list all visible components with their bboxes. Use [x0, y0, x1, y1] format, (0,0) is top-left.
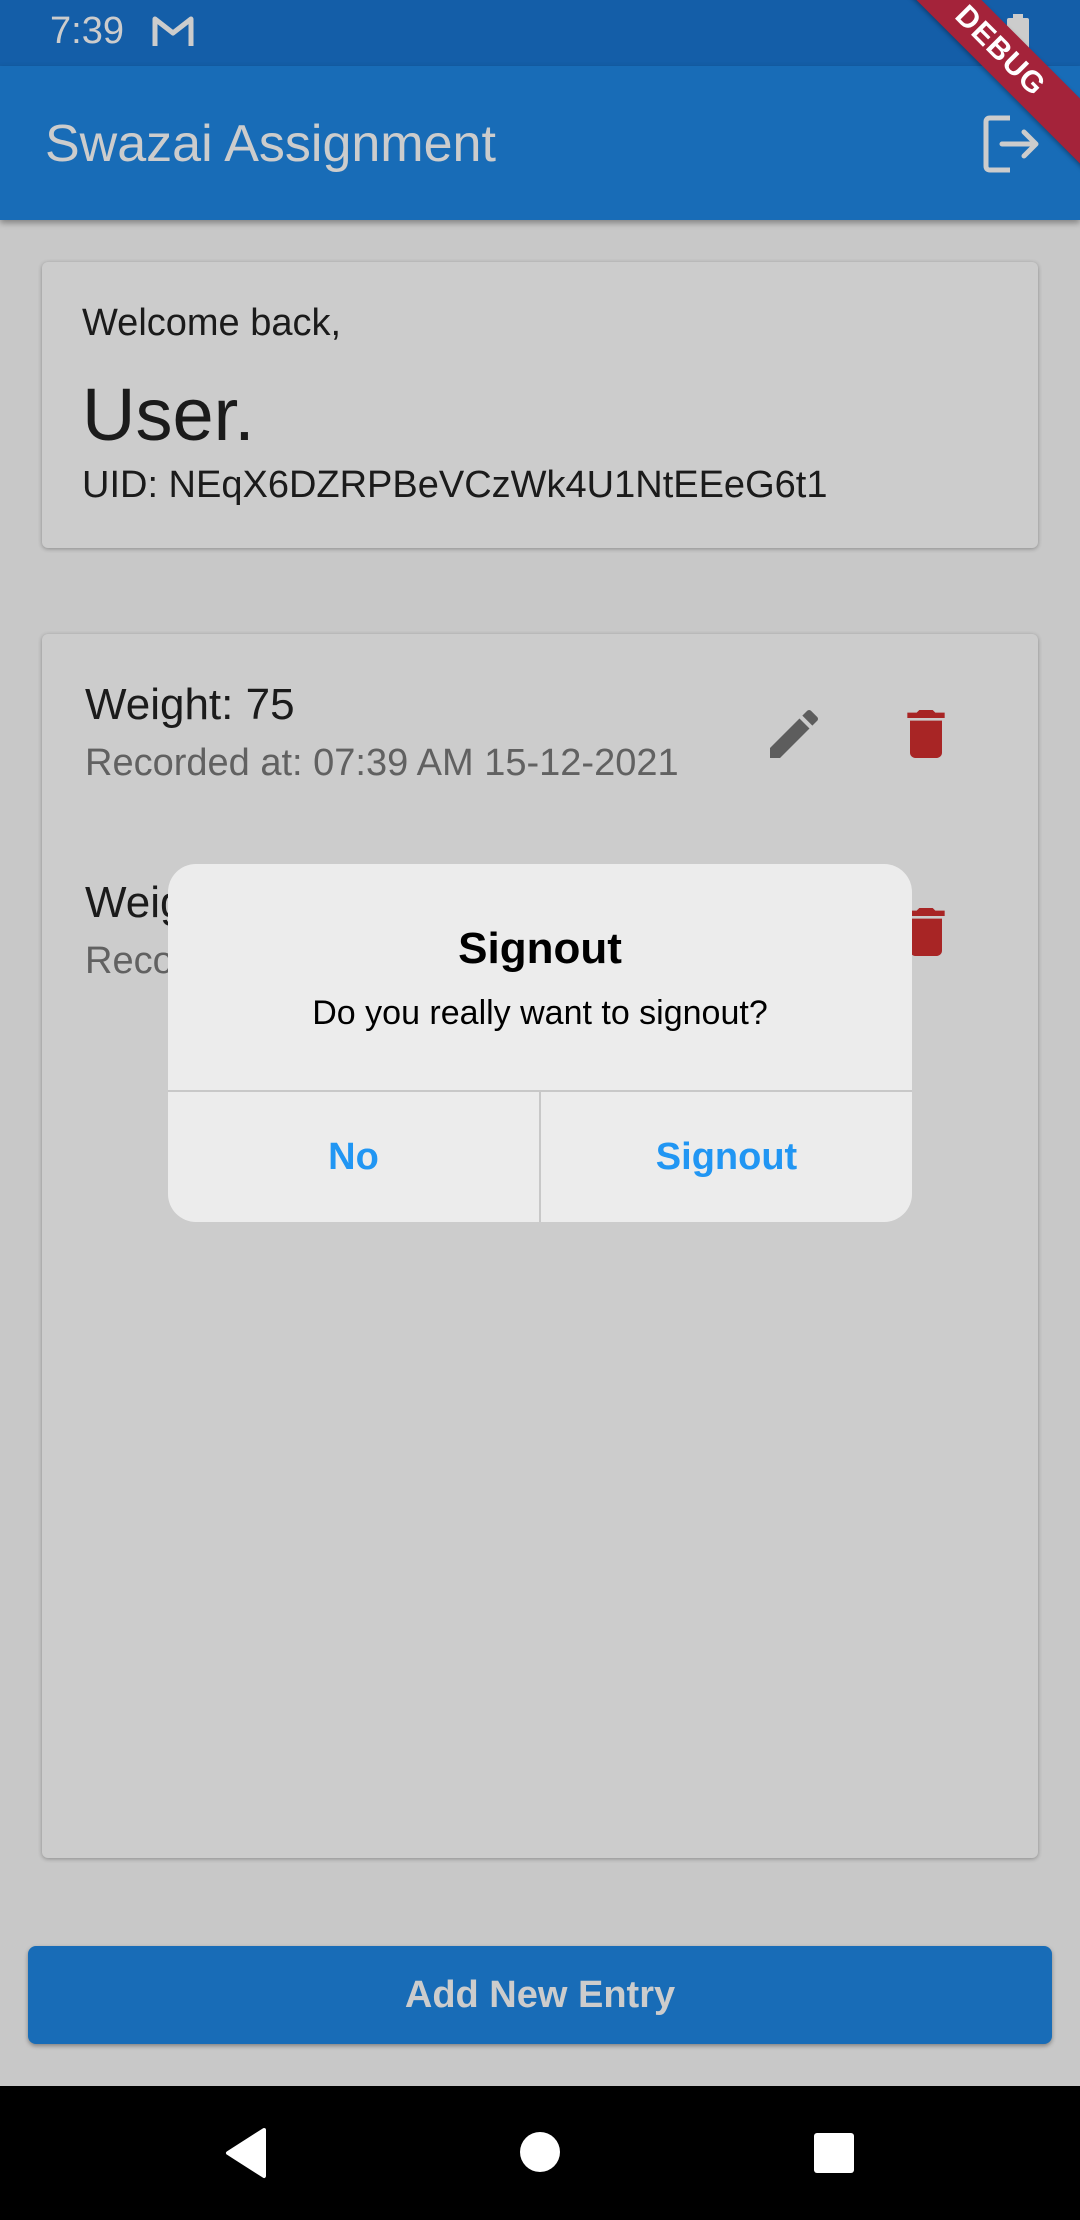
no-button[interactable]: No — [168, 1092, 539, 1222]
navigation-bar — [0, 2086, 1080, 2220]
recent-apps-icon[interactable] — [812, 2131, 856, 2175]
signout-button[interactable]: Signout — [541, 1092, 912, 1222]
dialog-message: Do you really want to signout? — [312, 994, 768, 1032]
back-icon[interactable] — [222, 2126, 268, 2180]
dialog-title: Signout — [458, 924, 622, 973]
signout-dialog: Signout Do you really want to signout? N… — [168, 864, 912, 1222]
home-icon[interactable] — [518, 2130, 562, 2174]
